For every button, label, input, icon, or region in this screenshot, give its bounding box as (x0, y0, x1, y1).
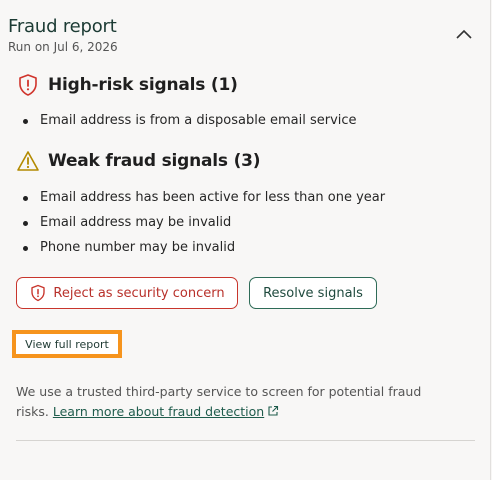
list-item: Email address may be invalid (16, 214, 385, 239)
view-full-report-button[interactable]: View full report (12, 330, 122, 358)
warning-triangle-icon (16, 149, 40, 173)
list-item: Phone number may be invalid (16, 239, 385, 264)
collapse-button[interactable] (452, 24, 476, 44)
list-item: Email address has been active for less t… (16, 189, 385, 214)
shield-alert-icon (16, 73, 40, 97)
divider (16, 440, 475, 441)
high-risk-list: Email address is from a disposable email… (16, 112, 357, 137)
chevron-up-icon (456, 29, 472, 39)
weak-signals-title: Weak fraud signals (3) (48, 151, 261, 171)
high-risk-header: High-risk signals (1) (16, 73, 238, 97)
high-risk-title: High-risk signals (1) (48, 75, 238, 95)
weak-signals-list: Email address has been active for less t… (16, 189, 385, 264)
fraud-disclaimer: We use a trusted third-party service to … (16, 382, 456, 422)
reject-button-label: Reject as security concern (53, 285, 225, 301)
shield-alert-icon (29, 284, 47, 302)
reject-security-button[interactable]: Reject as security concern (16, 277, 238, 309)
run-date: Run on Jul 6, 2026 (8, 40, 118, 54)
resolve-signals-button[interactable]: Resolve signals (249, 277, 377, 309)
external-link-icon (267, 403, 279, 416)
fraud-report-card: Fraud report Run on Jul 6, 2026 High-ris… (0, 0, 491, 480)
view-full-report-label: View full report (25, 337, 109, 351)
weak-signals-header: Weak fraud signals (3) (16, 149, 261, 173)
list-item: Email address is from a disposable email… (16, 112, 357, 137)
card-title: Fraud report (8, 16, 117, 37)
fraud-detection-link[interactable]: Learn more about fraud detection (53, 404, 264, 419)
resolve-button-label: Resolve signals (263, 285, 363, 301)
